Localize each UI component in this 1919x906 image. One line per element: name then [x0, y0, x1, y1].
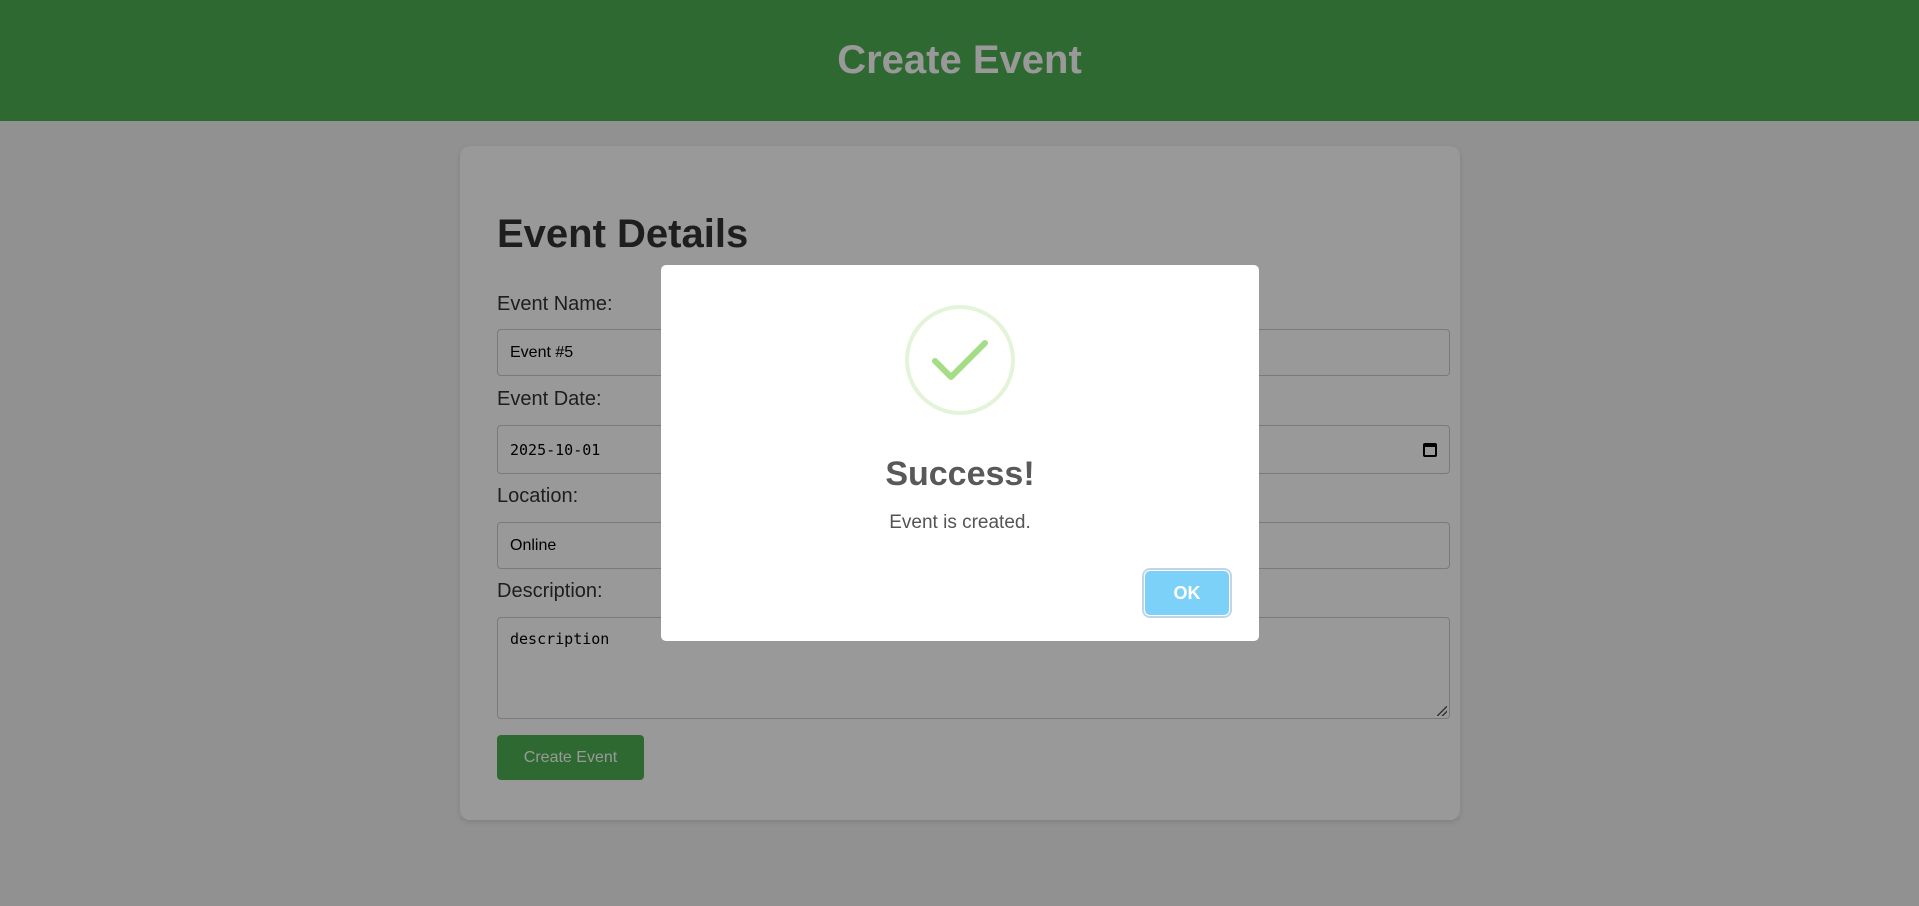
dialog-title: Success! [885, 455, 1035, 493]
ok-button[interactable]: OK [1145, 571, 1229, 615]
dialog-message: Event is created. [889, 512, 1031, 533]
success-check-icon [905, 305, 1015, 415]
success-dialog: Success! Event is created. OK [661, 265, 1259, 641]
